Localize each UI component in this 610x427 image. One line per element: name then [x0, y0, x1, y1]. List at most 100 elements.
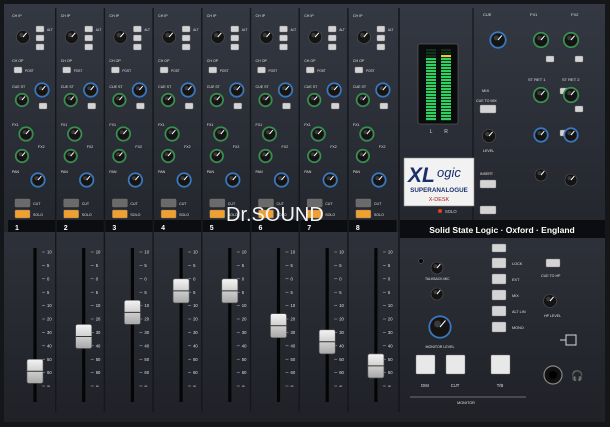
cue-switch[interactable] [233, 102, 243, 110]
fader-cap[interactable] [172, 278, 190, 304]
input-switch-3[interactable] [133, 43, 142, 51]
input-gain-knob[interactable] [64, 30, 79, 44]
cut-button[interactable] [209, 198, 226, 208]
input-switch-3[interactable] [328, 43, 337, 51]
input-switch-2[interactable] [133, 34, 142, 42]
monitor-source-button[interactable] [491, 273, 507, 285]
input-gain-knob[interactable] [357, 30, 371, 44]
input-switch-2[interactable] [84, 34, 93, 42]
cut-monitor-button[interactable] [445, 354, 466, 375]
cue-pan-knob[interactable] [326, 82, 342, 98]
monitor-source-button[interactable] [491, 289, 507, 301]
cue-level-knob[interactable] [209, 92, 224, 108]
solo-button[interactable] [209, 209, 226, 219]
cut-button[interactable] [14, 198, 31, 208]
st-ret-2-switch[interactable] [574, 105, 584, 113]
cue-pan-knob[interactable] [180, 82, 196, 98]
hp-level-knob[interactable] [543, 294, 557, 308]
fx1-return-knob[interactable] [532, 31, 550, 49]
input-switch-3[interactable] [84, 43, 93, 51]
input-switch-1[interactable] [181, 25, 191, 33]
st-ret-2-pan-knob[interactable] [563, 127, 579, 143]
fx2-return-knob[interactable] [562, 31, 580, 49]
monitor-source-button-top[interactable] [491, 243, 507, 253]
fx1-knob[interactable] [359, 126, 375, 142]
fx1-knob[interactable] [18, 126, 34, 142]
post-switch[interactable] [208, 66, 218, 74]
monitor-select-knob[interactable] [430, 287, 444, 301]
cut-button[interactable] [112, 198, 128, 208]
cue-to-mix-button[interactable] [479, 104, 497, 114]
st-ret-1-pan-knob[interactable] [533, 127, 549, 143]
pan-knob[interactable] [127, 172, 143, 188]
fader-cap[interactable] [270, 313, 287, 339]
pan-knob[interactable] [79, 172, 95, 188]
fx1-knob[interactable] [67, 126, 83, 142]
input-switch-1[interactable] [84, 25, 93, 33]
cue-return-knob[interactable] [489, 31, 507, 49]
input-switch-3[interactable] [230, 43, 240, 51]
cue-level-knob[interactable] [161, 92, 176, 108]
pan-knob[interactable] [322, 172, 338, 188]
fx2-knob[interactable] [63, 148, 78, 164]
fader-cap[interactable] [75, 324, 92, 349]
input-switch-2[interactable] [279, 34, 288, 42]
cue-pan-knob[interactable] [277, 82, 294, 98]
input-switch-1[interactable] [279, 25, 288, 33]
solo-button[interactable] [14, 209, 31, 219]
insert-button[interactable] [479, 179, 497, 189]
input-switch-1[interactable] [376, 25, 386, 33]
fx1-knob[interactable] [115, 126, 131, 142]
input-switch-2[interactable] [376, 34, 386, 42]
input-switch-2[interactable] [181, 34, 191, 42]
input-gain-knob[interactable] [308, 30, 323, 44]
headphone-socket[interactable] [543, 365, 563, 385]
insert-bypass-button[interactable] [479, 205, 497, 215]
fader-cap[interactable] [367, 353, 385, 379]
input-gain-knob[interactable] [162, 30, 176, 44]
fx2-knob[interactable] [355, 148, 370, 164]
fx1-knob[interactable] [310, 126, 326, 142]
input-switch-3[interactable] [376, 43, 386, 51]
input-switch-2[interactable] [230, 34, 240, 42]
fader-cap[interactable] [318, 329, 336, 355]
input-switch-3[interactable] [279, 43, 288, 51]
cue-switch[interactable] [379, 102, 389, 110]
cut-button[interactable] [160, 198, 177, 208]
cue-level-knob[interactable] [307, 92, 322, 108]
fx1-knob[interactable] [164, 126, 180, 142]
post-switch[interactable] [13, 66, 23, 74]
input-switch-2[interactable] [35, 34, 45, 42]
fx1-knob[interactable] [261, 126, 278, 142]
st-ret-1-level-knob[interactable] [534, 168, 548, 182]
monitor-source-button[interactable] [491, 321, 507, 333]
solo-button[interactable] [112, 209, 128, 219]
cue-switch[interactable] [331, 102, 340, 110]
post-switch[interactable] [62, 66, 71, 74]
input-gain-knob[interactable] [259, 30, 274, 44]
cue-to-hp-button[interactable] [545, 258, 561, 268]
input-switch-3[interactable] [181, 43, 191, 51]
dim-button[interactable] [415, 354, 436, 375]
monitor-source-button[interactable] [491, 257, 507, 269]
fx2-knob[interactable] [161, 148, 176, 164]
st-ret-2-knob[interactable] [562, 86, 580, 104]
monitor-source-button[interactable] [491, 305, 507, 317]
solo-button[interactable] [355, 209, 372, 219]
fx2-knob[interactable] [258, 148, 273, 164]
fx1-knob[interactable] [213, 126, 229, 142]
cue-pan-knob[interactable] [83, 82, 99, 98]
fx2-return-switch[interactable] [574, 55, 584, 63]
post-switch[interactable] [257, 66, 266, 74]
input-switch-3[interactable] [35, 43, 45, 51]
post-switch[interactable] [159, 66, 169, 74]
fader-cap[interactable] [124, 300, 141, 325]
cue-switch[interactable] [184, 102, 194, 110]
cut-button[interactable] [355, 198, 372, 208]
cue-switch[interactable] [136, 102, 145, 110]
post-switch[interactable] [111, 66, 120, 74]
pan-knob[interactable] [225, 172, 241, 188]
pan-knob[interactable] [30, 172, 46, 188]
solo-button[interactable] [160, 209, 177, 219]
pan-knob[interactable] [176, 172, 192, 188]
